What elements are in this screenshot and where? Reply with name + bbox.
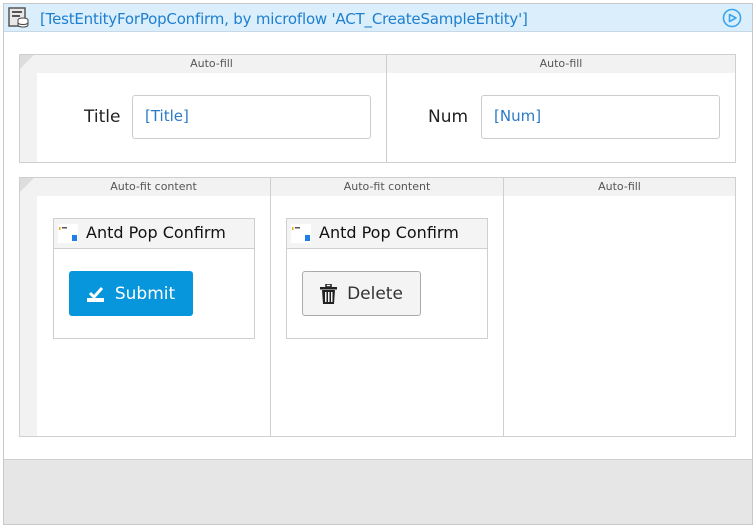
submit-check-icon (86, 286, 104, 302)
widget-header: Antd Pop Confirm (54, 219, 254, 249)
pop-confirm-widget-delete[interactable]: Antd Pop Confirm Delete (286, 218, 488, 339)
pop-confirm-widget-submit[interactable]: Antd Pop Confirm Submit (53, 218, 255, 339)
column-divider (270, 178, 271, 436)
column-header[interactable]: Auto-fill (387, 55, 735, 73)
row-handle[interactable] (20, 55, 37, 162)
widget-icon (291, 224, 311, 243)
widget-title: Antd Pop Confirm (319, 223, 459, 242)
dataview-header[interactable]: [TestEntityForPopConfirm, by microflow '… (4, 4, 752, 32)
dataview-icon (8, 7, 29, 28)
trash-icon (320, 283, 338, 304)
title-input[interactable]: [Title] (132, 95, 371, 139)
column-header[interactable]: Auto-fill (37, 55, 386, 73)
submit-button[interactable]: Submit (69, 271, 193, 316)
widget-title: Antd Pop Confirm (86, 223, 226, 242)
widget-header: Antd Pop Confirm (287, 219, 487, 249)
column-header[interactable]: Auto-fit content (271, 178, 503, 196)
delete-label: Delete (347, 283, 403, 304)
footer-area (4, 459, 752, 524)
row-handle[interactable] (20, 178, 37, 436)
widget-icon (58, 224, 78, 243)
column-header[interactable]: Auto-fill (504, 178, 735, 196)
play-circle-icon[interactable] (722, 8, 742, 28)
delete-button[interactable]: Delete (302, 271, 421, 316)
dataview-title: [TestEntityForPopConfirm, by microflow '… (40, 10, 528, 28)
submit-label: Submit (114, 283, 176, 304)
column-divider (503, 178, 504, 436)
column-header[interactable]: Auto-fit content (37, 178, 270, 196)
num-label: Num (428, 107, 469, 127)
num-input[interactable]: [Num] (481, 95, 720, 139)
title-label: Title (84, 107, 121, 127)
